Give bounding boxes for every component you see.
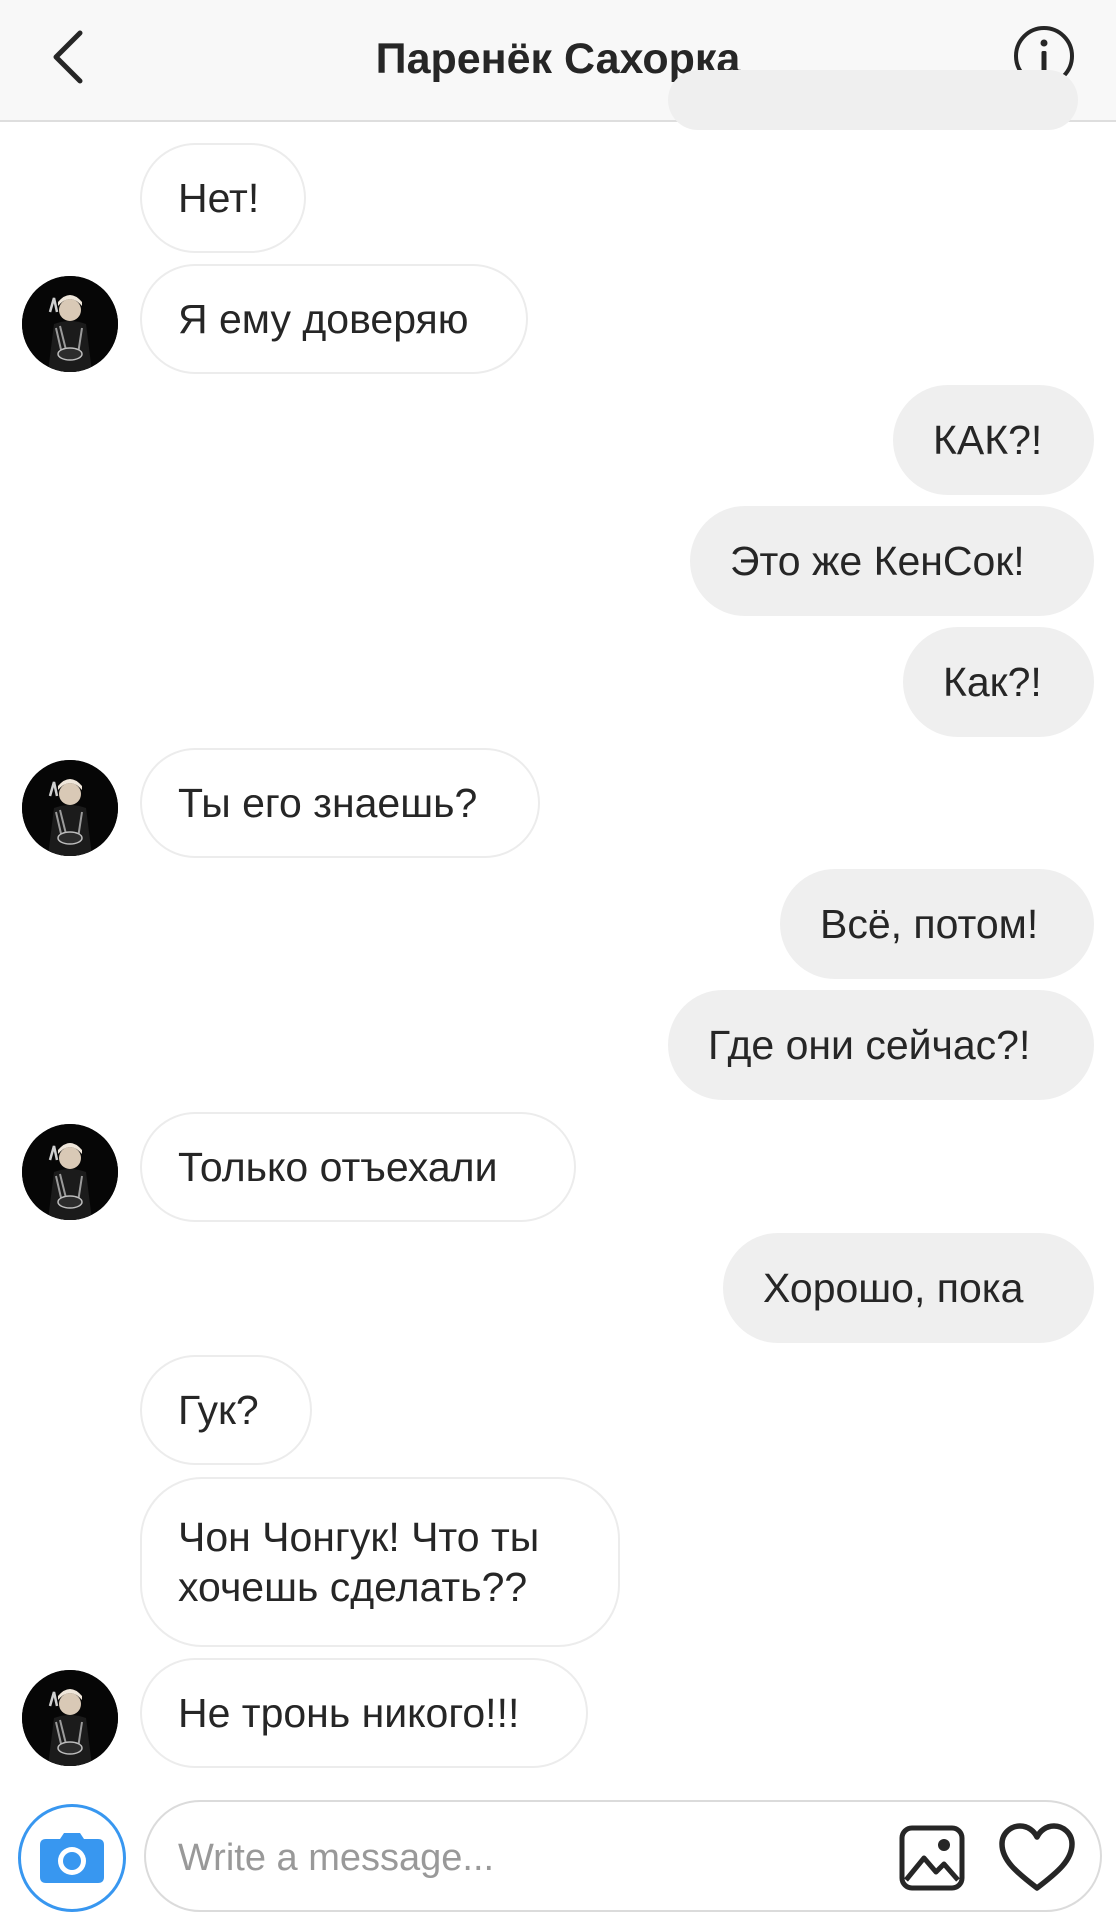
avatar-photo [22,1124,118,1220]
image-icon [899,1825,965,1891]
avatar[interactable] [22,1670,118,1766]
message-outgoing[interactable]: Всё, потом! [780,869,1094,979]
message-text: Я ему доверяю [178,296,469,342]
message-incoming[interactable]: Гук? [140,1355,312,1465]
message-incoming[interactable]: Не тронь никого!!! [140,1658,588,1768]
avatar-photo [22,1670,118,1766]
message-text: КАК?! [933,417,1043,463]
message-text: Ты его знаешь? [178,780,478,826]
message-outgoing[interactable]: Это же КенСок! [690,506,1094,616]
message-outgoing[interactable]: КАК?! [893,385,1094,495]
message-text: Как?! [943,659,1042,705]
message-incoming[interactable]: Нет! [140,143,306,253]
camera-icon [40,1833,104,1883]
message-outgoing[interactable]: Как?! [903,627,1094,737]
message-incoming[interactable]: Ты его знаешь? [140,748,540,858]
message-composer [144,1800,1102,1912]
avatar-photo [22,760,118,856]
message-text: Гук? [178,1387,259,1433]
avatar[interactable] [22,276,118,372]
message-input[interactable] [176,1822,860,1894]
avatar-photo [22,276,118,372]
message-text: Чон Чонгук! Что ты хочешь сделать?? [178,1514,540,1610]
message-text: Только отъехали [178,1144,498,1190]
heart-icon [999,1823,1075,1891]
avatar[interactable] [22,760,118,856]
message-incoming[interactable]: Я ему доверяю [140,264,528,374]
message-incoming[interactable]: Только отъехали [140,1112,576,1222]
message-text: Это же КенСок! [730,538,1025,584]
message-incoming[interactable]: Чон Чонгук! Что ты хочешь сделать?? [140,1477,620,1647]
avatar[interactable] [22,1124,118,1220]
message-text: Не тронь никого!!! [178,1690,520,1736]
message-text: Хорошо, пока [763,1265,1024,1311]
message-text: Где они сейчас?! [708,1022,1031,1068]
gallery-button[interactable] [898,1824,966,1892]
message-text: Всё, потом! [820,901,1039,947]
clipped-message-bubble [668,70,1078,130]
message-text: Нет! [178,175,260,221]
like-button[interactable] [998,1822,1076,1894]
camera-button[interactable] [18,1804,126,1912]
message-outgoing[interactable]: Где они сейчас?! [668,990,1094,1100]
message-outgoing[interactable]: Хорошо, пока [723,1233,1094,1343]
